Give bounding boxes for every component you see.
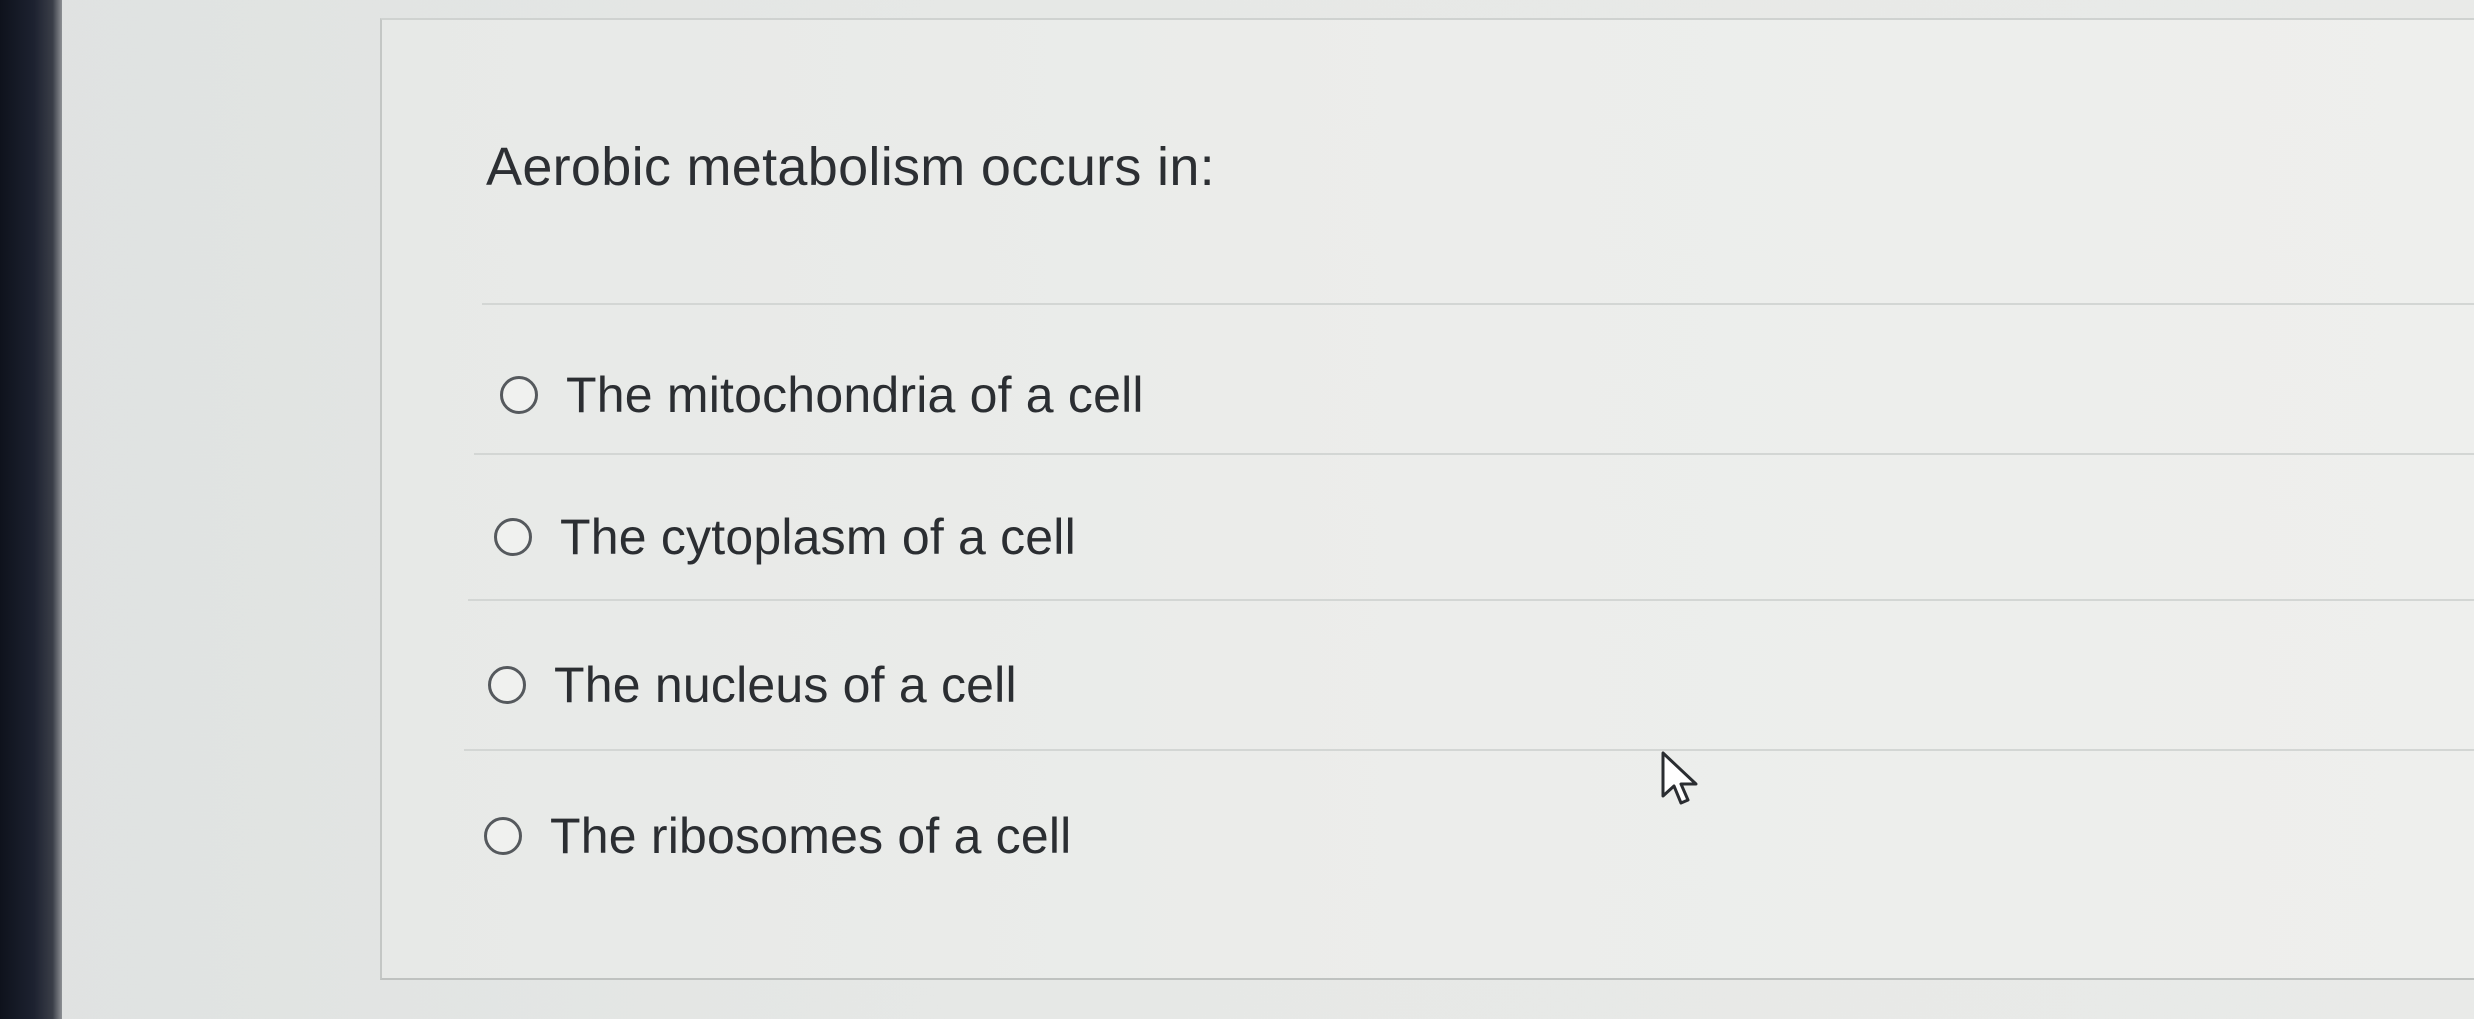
question-title: Aerobic metabolism occurs in: xyxy=(486,137,1215,197)
divider xyxy=(482,303,2474,305)
answer-option-mitochondria[interactable]: The mitochondria of a cell xyxy=(500,350,1144,440)
divider xyxy=(474,453,2474,455)
answer-option-nucleus[interactable]: The nucleus of a cell xyxy=(488,640,1017,730)
radio-button-ribosomes[interactable] xyxy=(484,817,522,855)
divider xyxy=(464,749,2474,751)
radio-button-cytoplasm[interactable] xyxy=(494,518,532,556)
mouse-pointer-icon xyxy=(1661,751,1698,805)
answer-label-mitochondria: The mitochondria of a cell xyxy=(566,367,1144,423)
radio-button-nucleus[interactable] xyxy=(488,666,526,704)
answer-option-ribosomes[interactable]: The ribosomes of a cell xyxy=(484,791,1072,881)
answer-option-cytoplasm[interactable]: The cytoplasm of a cell xyxy=(494,492,1076,582)
screen-bezel xyxy=(0,0,62,1019)
answer-label-ribosomes: The ribosomes of a cell xyxy=(550,808,1072,864)
divider xyxy=(468,599,2474,601)
answer-label-nucleus: The nucleus of a cell xyxy=(554,657,1017,713)
radio-button-mitochondria[interactable] xyxy=(500,376,538,414)
question-card: Aerobic metabolism occurs in: The mitoch… xyxy=(380,18,2474,980)
answer-label-cytoplasm: The cytoplasm of a cell xyxy=(560,509,1076,565)
